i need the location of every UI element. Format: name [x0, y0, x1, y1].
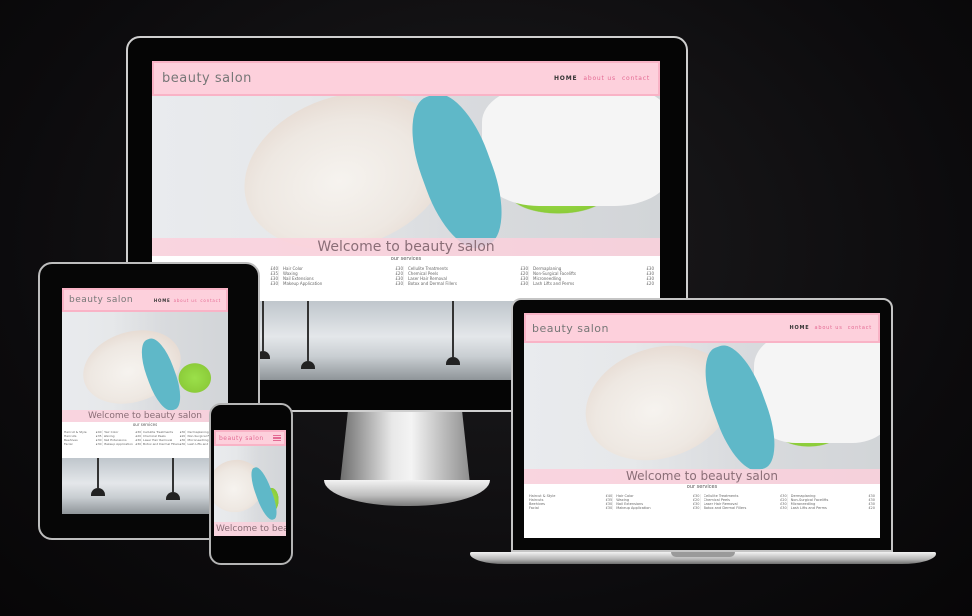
nav-contact[interactable]: contact: [848, 325, 872, 331]
service-item: Lash Lifts and Perms£20: [790, 506, 875, 510]
monitor-stand: [340, 412, 470, 484]
service-item: Botox and Dermal Fillers £30: [143, 442, 186, 446]
phone-site: beauty salon Welcome to beauty salon: [214, 430, 286, 536]
navbar: beauty salon: [214, 430, 286, 446]
navbar: beauty salon HOME about us contact: [152, 61, 660, 96]
service-item: Makeup Application £30: [103, 442, 142, 446]
welcome-banner: Welcome to beauty salon: [524, 469, 880, 484]
services-list: Haircut & Style£40 Haircuts£35 Beehives£…: [529, 494, 875, 510]
laptop-notch: [671, 552, 735, 557]
service-item: Makeup Application £30: [283, 281, 403, 286]
nav-about[interactable]: about us: [174, 298, 198, 303]
menu-icon[interactable]: [273, 434, 281, 442]
monitor-base: [324, 480, 490, 506]
service-item: Lash Lifts and Perms£20: [533, 281, 654, 286]
nav-home[interactable]: HOME: [789, 325, 809, 331]
brand-logo[interactable]: beauty salon: [69, 295, 133, 305]
navbar: beauty salon HOME about us contact: [524, 313, 880, 343]
service-item: Facial£30: [64, 442, 102, 446]
nav-about[interactable]: about us: [814, 325, 842, 331]
service-item: Botox and Dermal Fillers £30: [408, 281, 528, 286]
welcome-banner: Welcome to beauty salon: [214, 522, 286, 536]
service-item: Facial£30: [529, 506, 613, 510]
welcome-banner: Welcome to beauty salon: [62, 410, 228, 422]
services-list: Haircut & Style£40 Haircuts£35 Beehives£…: [64, 430, 226, 446]
tablet-site: beauty salon HOME about us contact Welco…: [62, 288, 228, 514]
laptop-site: beauty salon HOME about us contact Welco…: [524, 313, 880, 538]
nav-home[interactable]: HOME: [554, 75, 577, 82]
service-item: Makeup Application £30: [616, 506, 700, 510]
hero-image: Welcome to beauty salon: [152, 96, 660, 256]
services-title: our services: [686, 484, 718, 490]
welcome-banner: Welcome to beauty salon: [152, 238, 660, 256]
navbar: beauty salon HOME about us contact: [62, 288, 228, 312]
nav-about[interactable]: about us: [583, 75, 616, 82]
brand-logo[interactable]: beauty salon: [532, 322, 609, 335]
nav-contact[interactable]: contact: [200, 298, 221, 303]
services-title: our services: [132, 422, 158, 427]
hero-image: Welcome to beauty salon: [62, 312, 228, 422]
nav-contact[interactable]: contact: [622, 75, 650, 82]
salon-interior-image: [62, 458, 228, 514]
hero-image: Welcome to beauty salon: [214, 446, 286, 536]
hero-image: Welcome to beauty salon: [524, 343, 880, 484]
brand-logo[interactable]: beauty salon: [162, 71, 252, 86]
brand-logo[interactable]: beauty salon: [219, 435, 264, 442]
nav-home[interactable]: HOME: [154, 298, 171, 303]
service-item: Botox and Dermal Fillers £30: [703, 506, 787, 510]
